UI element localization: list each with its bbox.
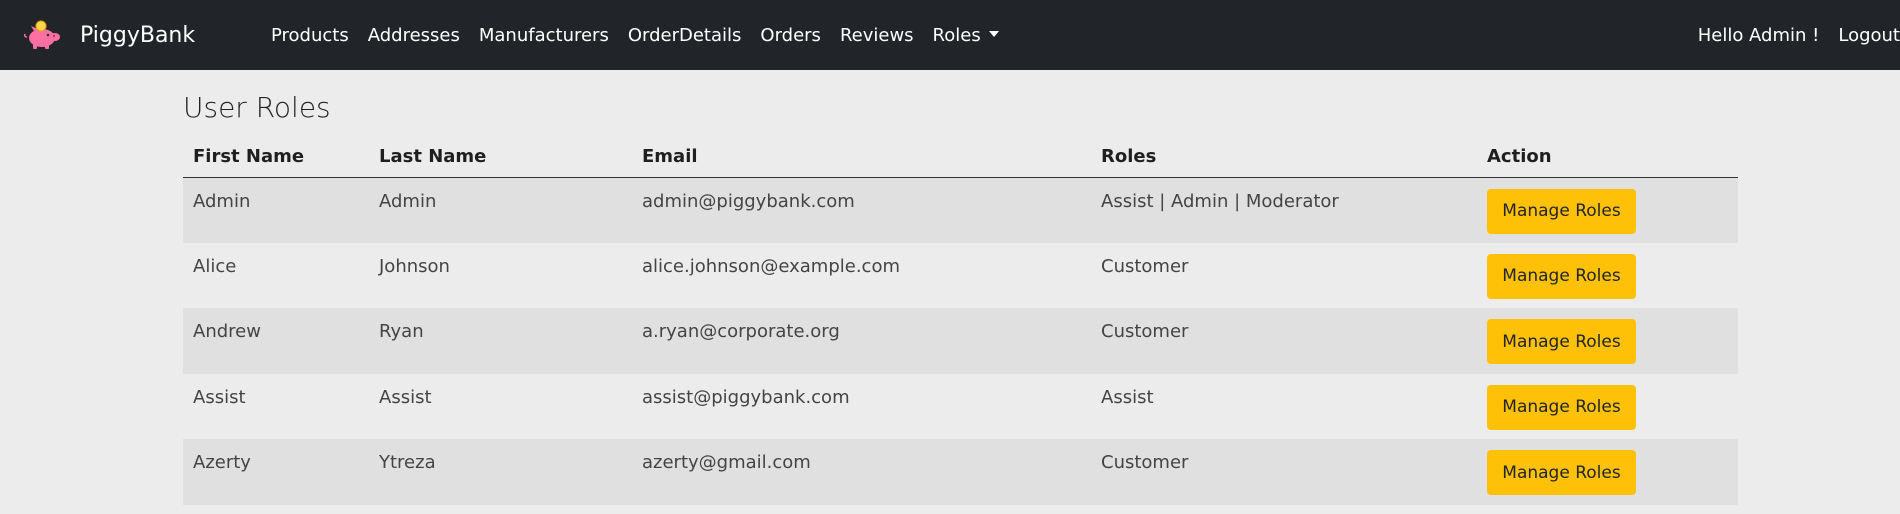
- header-email: Email: [632, 137, 1091, 178]
- cell-roles: Customer: [1101, 321, 1189, 342]
- user-greeting[interactable]: Hello Admin !: [1698, 25, 1820, 46]
- cell-action: Manage Roles: [1477, 177, 1738, 243]
- nav-item-manufacturers[interactable]: Manufacturers: [479, 25, 609, 46]
- manage-roles-button[interactable]: Manage Roles: [1487, 188, 1636, 234]
- table-row: Azerty Ytreza azerty@gmail.com Customer …: [183, 439, 1738, 505]
- cell-action: Manage Roles: [1477, 243, 1738, 309]
- header-action: Action: [1477, 137, 1738, 178]
- cell-email: a.ryan@corporate.org: [642, 321, 840, 342]
- cell-first-name: Azerty: [193, 452, 251, 473]
- user-roles-table: First Name Last Name Email Roles Action …: [183, 137, 1738, 505]
- cell-action: Manage Roles: [1477, 308, 1738, 374]
- cell-email: admin@piggybank.com: [642, 190, 855, 212]
- nav-item-orderdetails[interactable]: OrderDetails: [628, 25, 742, 46]
- brand[interactable]: PiggyBank: [24, 19, 271, 51]
- header-last-name: Last Name: [369, 137, 632, 178]
- table-row: Alice Johnson alice.johnson@example.com …: [183, 242, 1738, 309]
- nav-item-roles-label: Roles: [932, 24, 981, 46]
- cell-email: azerty@gmail.com: [642, 452, 811, 473]
- manage-roles-button[interactable]: Manage Roles: [1487, 450, 1636, 495]
- caret-down-icon: [988, 30, 999, 37]
- cell-action: Manage Roles: [1477, 374, 1738, 440]
- header-first-name: First Name: [183, 137, 369, 178]
- cell-action: Manage Roles: [1477, 439, 1738, 505]
- table-row: Admin Admin admin@piggybank.com Assist |…: [183, 177, 1738, 243]
- cell-first-name: Andrew: [193, 321, 261, 342]
- user-nav: Hello Admin ! Logout: [1698, 0, 1900, 70]
- cell-first-name: Assist: [193, 386, 246, 408]
- piggy-bank-icon: [24, 20, 60, 49]
- cell-first-name: Admin: [193, 190, 251, 212]
- table-row: Andrew Ryan a.ryan@corporate.org Custome…: [183, 308, 1738, 374]
- nav-links: Products Addresses Manufacturers OrderDe…: [271, 25, 1018, 46]
- cell-email: assist@piggybank.com: [642, 386, 850, 408]
- nav-item-orders[interactable]: Orders: [760, 25, 821, 46]
- cell-last-name: Admin: [379, 190, 437, 212]
- manage-roles-button[interactable]: Manage Roles: [1487, 253, 1636, 299]
- header-roles: Roles: [1091, 137, 1477, 178]
- brand-name: PiggyBank: [80, 22, 196, 48]
- cell-last-name: Ryan: [379, 321, 424, 342]
- cell-first-name: Alice: [193, 255, 237, 277]
- nav-item-products[interactable]: Products: [271, 25, 349, 46]
- main-content: User Roles First Name Last Name Email Ro…: [183, 70, 1738, 505]
- manage-roles-button[interactable]: Manage Roles: [1487, 319, 1636, 364]
- cell-roles: Assist | Admin | Moderator: [1101, 190, 1339, 212]
- cell-roles: Assist: [1101, 386, 1154, 408]
- top-navbar: PiggyBank Products Addresses Manufacture…: [0, 0, 1900, 70]
- page-title: User Roles: [183, 91, 331, 124]
- nav-item-addresses[interactable]: Addresses: [368, 25, 460, 46]
- cell-last-name: Johnson: [379, 255, 450, 277]
- logout-link[interactable]: Logout: [1838, 25, 1900, 46]
- cell-last-name: Ytreza: [379, 452, 436, 473]
- table-row: Assist Assist assist@piggybank.com Assis…: [183, 373, 1738, 440]
- cell-roles: Customer: [1101, 452, 1189, 473]
- manage-roles-button[interactable]: Manage Roles: [1487, 384, 1636, 430]
- table-header-row: First Name Last Name Email Roles Action: [183, 137, 1738, 178]
- cell-last-name: Assist: [379, 386, 432, 408]
- cell-roles: Customer: [1101, 255, 1189, 277]
- nav-item-roles-dropdown[interactable]: Roles: [933, 25, 999, 46]
- nav-item-reviews[interactable]: Reviews: [840, 25, 914, 46]
- cell-email: alice.johnson@example.com: [642, 255, 900, 277]
